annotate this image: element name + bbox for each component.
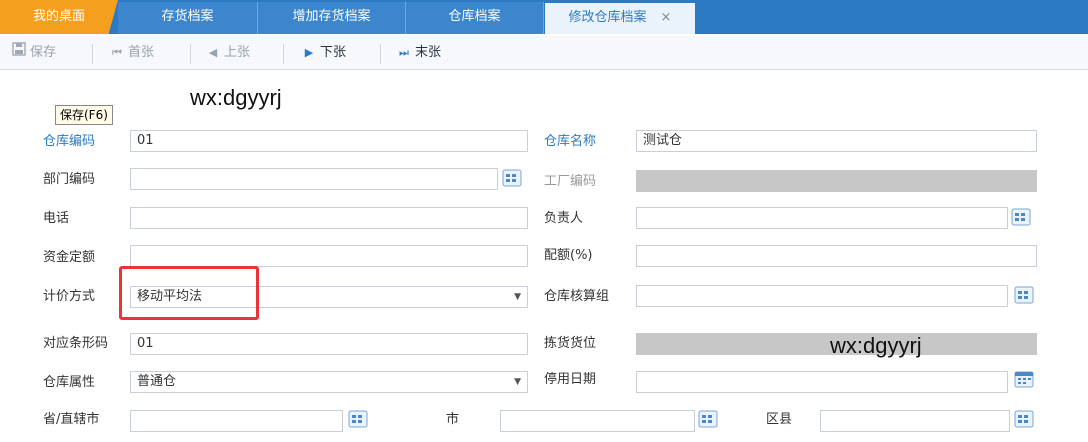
district-picker-icon[interactable] [1014,410,1034,428]
save-label: 保存 [30,45,57,60]
last-icon: ⏭ [399,46,409,59]
quota-percent-label: 配额(%) [544,248,593,263]
barcode-input[interactable]: 01 [130,333,528,355]
last-label: 末张 [415,45,442,60]
phone-input[interactable] [130,207,528,229]
fund-quota-input[interactable] [130,245,528,267]
accounting-group-picker-icon[interactable] [1014,286,1034,304]
tab-inventory-archive[interactable]: 存货档案 [118,2,258,34]
watermark-text: wx:dgyyrj [830,333,922,358]
disable-date-label: 停用日期 [544,372,597,387]
pricing-method-label: 计价方式 [43,289,96,304]
tab-label: 修改仓库档案 [568,10,647,25]
picking-location-label: 拣货货位 [544,336,597,351]
save-tooltip: 保存(F6) [55,105,113,125]
toolbar: 保存 ⏮ 首张 ◀ 上张 ▶ 下张 ⏭ 末张 [0,36,1088,70]
toolbar-divider [92,44,93,64]
previous-label: 上张 [224,45,251,60]
close-icon[interactable]: × [661,3,672,33]
factory-code-input [636,170,1037,192]
tab-desktop[interactable]: 我的桌面 [0,0,118,34]
next-icon: ▶ [304,46,314,59]
barcode-label: 对应条形码 [43,336,109,351]
highlight-box [119,266,259,320]
warehouse-code-value: 01 [137,133,154,148]
warehouse-code-label: 仓库编码 [43,134,96,149]
warehouse-name-value: 测试仓 [643,133,683,148]
warehouse-name-input[interactable]: 测试仓 [636,130,1037,152]
previous-icon: ◀ [208,46,218,59]
province-label: 省/直辖市 [43,412,100,427]
toolbar-divider [283,44,284,64]
tab-edit-warehouse[interactable]: 修改仓库档案 × [545,3,695,34]
first-icon: ⏮ [112,46,122,59]
calendar-icon[interactable] [1014,370,1034,388]
disable-date-input[interactable] [636,371,1008,393]
save-button[interactable]: 保存 [12,42,56,64]
tab-label: 增加存货档案 [292,9,371,24]
next-label: 下张 [320,45,347,60]
dept-code-picker-icon[interactable] [502,169,522,187]
first-record-button[interactable]: ⏮ 首张 [110,42,154,64]
barcode-value: 01 [137,336,154,351]
warehouse-code-input[interactable]: 01 [130,130,528,152]
tab-label: 存货档案 [161,9,214,24]
manager-input[interactable] [636,207,1008,229]
dept-code-label: 部门编码 [43,172,96,187]
previous-record-button[interactable]: ◀ 上张 [206,42,250,64]
warehouse-attribute-select[interactable]: 普通仓 ▼ [130,371,528,393]
factory-code-label: 工厂编码 [544,174,597,189]
city-input[interactable] [500,410,695,432]
phone-label: 电话 [43,211,70,226]
tab-warehouse-archive[interactable]: 仓库档案 [406,2,544,34]
accounting-group-input[interactable] [636,285,1008,307]
toolbar-divider [190,44,191,64]
chevron-down-icon[interactable]: ▼ [514,287,521,307]
tab-bar: 我的桌面 存货档案 增加存货档案 仓库档案 修改仓库档案 × [0,0,1088,34]
accounting-group-label: 仓库核算组 [544,289,610,304]
tab-label: 我的桌面 [32,9,85,24]
warehouse-attribute-value: 普通仓 [137,374,177,389]
tab-add-inventory[interactable]: 增加存货档案 [258,2,406,34]
dept-code-input[interactable] [130,168,498,190]
watermark-text: wx:dgyyrj [190,85,282,110]
warehouse-name-label: 仓库名称 [544,134,597,149]
quota-percent-input[interactable] [636,245,1037,267]
city-picker-icon[interactable] [698,410,718,428]
manager-picker-icon[interactable] [1011,208,1031,226]
toolbar-divider [380,44,381,64]
next-record-button[interactable]: ▶ 下张 [302,42,346,64]
city-label: 市 [446,412,460,427]
first-label: 首张 [128,45,155,60]
fund-quota-label: 资金定额 [43,250,96,265]
warehouse-attribute-label: 仓库属性 [43,375,96,390]
last-record-button[interactable]: ⏭ 末张 [397,42,441,64]
manager-label: 负责人 [544,211,584,226]
save-icon [12,42,26,64]
district-label: 区县 [766,412,793,427]
tab-label: 仓库档案 [448,9,501,24]
district-input[interactable] [820,410,1010,432]
province-picker-icon[interactable] [348,410,368,428]
chevron-down-icon[interactable]: ▼ [514,372,521,392]
province-input[interactable] [130,410,343,432]
